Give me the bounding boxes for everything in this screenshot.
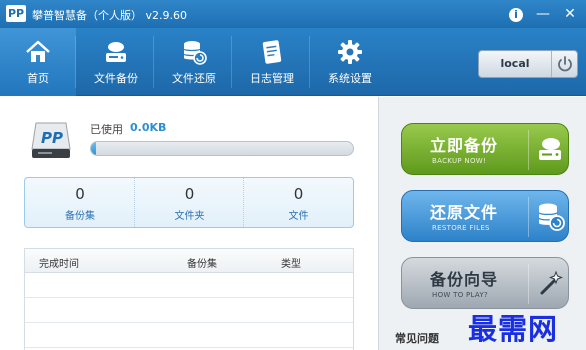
disk-logo-icon: PP: [31, 122, 71, 158]
restore-files-label: 还原文件: [430, 203, 499, 222]
home-icon: [26, 40, 50, 62]
server-selector[interactable]: local: [478, 50, 578, 78]
overview-panel: PP 已使用 0.0KB 0 备份集 0 文件夹 0 文件 完成时间 备份集 类…: [0, 97, 378, 350]
info-icon: i: [509, 8, 523, 22]
watermark-text: 最需网: [468, 312, 559, 346]
tab-home[interactable]: 首页: [0, 28, 76, 96]
server-label: local: [500, 57, 530, 70]
backup-wizard-sublabel: HOW TO PLAY?: [432, 291, 489, 299]
stat-files-label: 文件: [288, 211, 309, 222]
stat-files-count: 0: [293, 185, 304, 203]
stats-panel: 0 备份集 0 文件夹 0 文件: [24, 177, 354, 228]
power-icon: [558, 56, 572, 72]
svg-text:PP: PP: [41, 129, 63, 147]
stat-folders-count: 0: [184, 185, 195, 203]
history-table: 完成时间 备份集 类型: [24, 248, 354, 350]
faq-title: 常见问题: [395, 332, 439, 345]
table-row: [25, 323, 353, 348]
restore-db-icon: [538, 203, 565, 231]
title-bar: PP 攀普智慧备（个人版） v2.9.60 i — ✕: [0, 0, 586, 28]
tab-file-restore[interactable]: 文件还原: [156, 28, 232, 96]
tab-system-settings-label: 系统设置: [328, 72, 372, 85]
tab-file-backup[interactable]: 文件备份: [78, 28, 154, 96]
tab-home-label: 首页: [27, 72, 49, 85]
column-backup-set[interactable]: 备份集: [187, 255, 217, 270]
stat-files: 0 文件: [243, 178, 353, 227]
file-restore-icon: [183, 41, 207, 65]
backup-now-sublabel: BACKUP NOW!: [432, 157, 487, 165]
tab-file-backup-label: 文件备份: [94, 72, 138, 85]
tab-log-manage-label: 日志管理: [250, 72, 294, 85]
column-type[interactable]: 类型: [281, 255, 301, 270]
table-row: [25, 298, 353, 323]
table-row: [25, 273, 353, 298]
stat-backup-sets: 0 备份集: [25, 178, 135, 227]
usage-label: 已使用: [90, 123, 123, 136]
close-button[interactable]: ✕: [559, 3, 581, 25]
gear-icon: [338, 40, 362, 64]
tab-file-restore-label: 文件还原: [172, 72, 216, 85]
tab-system-settings[interactable]: 系统设置: [312, 28, 388, 96]
table-header: 完成时间 备份集 类型: [25, 249, 353, 273]
backup-now-label: 立即备份: [430, 136, 499, 155]
usage-value: 0.0KB: [130, 121, 167, 134]
column-finish-time[interactable]: 完成时间: [39, 255, 79, 270]
backup-now-button[interactable]: 立即备份 BACKUP NOW!: [401, 123, 569, 175]
app-logo: PP: [6, 5, 26, 22]
usage-progress-fill: [91, 142, 97, 155]
restore-files-sublabel: RESTORE FILES: [432, 224, 490, 232]
backup-wizard-label: 备份向导: [430, 270, 499, 289]
usage-progress-bar: [90, 141, 354, 156]
server-power-button[interactable]: [551, 51, 577, 77]
minimize-button[interactable]: —: [532, 3, 554, 25]
tab-log-manage[interactable]: 日志管理: [234, 28, 310, 96]
info-button[interactable]: i: [505, 3, 527, 25]
stat-folders: 0 文件夹: [134, 178, 244, 227]
stat-folders-label: 文件夹: [174, 211, 205, 222]
log-icon: [262, 40, 282, 64]
window-title: 攀普智慧备（个人版） v2.9.60: [32, 9, 187, 22]
file-backup-icon: [106, 42, 126, 62]
stat-backup-sets-label: 备份集: [65, 211, 95, 222]
backup-wizard-button[interactable]: 备份向导 HOW TO PLAY?: [401, 257, 569, 309]
stat-backup-sets-count: 0: [75, 185, 85, 203]
backup-drive-icon: [539, 138, 561, 160]
magic-wand-icon: [540, 270, 563, 295]
restore-files-button[interactable]: 还原文件 RESTORE FILES: [401, 190, 569, 242]
